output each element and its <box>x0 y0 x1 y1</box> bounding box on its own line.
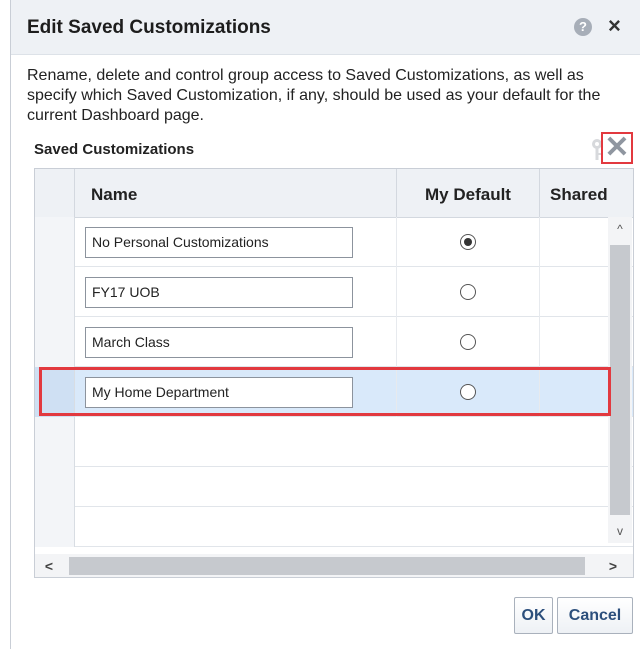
dialog-title: Edit Saved Customizations <box>27 17 271 38</box>
table-row-empty <box>35 497 633 547</box>
cancel-button[interactable]: Cancel <box>557 597 633 634</box>
delete-button[interactable]: ✕ <box>601 132 633 164</box>
table-row[interactable]: FY17 UOB <box>35 267 633 317</box>
row-selector[interactable] <box>35 217 75 267</box>
table-body: No Personal Customizations FY17 UOB Marc <box>35 217 633 547</box>
row-selector[interactable] <box>35 367 75 417</box>
horizontal-scrollbar[interactable]: < > <box>35 554 633 577</box>
dialog-description: Rename, delete and control group access … <box>27 67 601 124</box>
customizations-table: Name My Default Shared No Personal Custo… <box>34 168 634 578</box>
scroll-right-icon[interactable]: > <box>601 554 625 577</box>
default-radio[interactable] <box>460 234 476 250</box>
header-select-column <box>35 169 75 217</box>
row-selector[interactable] <box>35 267 75 317</box>
close-icon[interactable]: × <box>608 13 621 39</box>
default-radio[interactable] <box>460 284 476 300</box>
table-header: Name My Default Shared <box>35 169 633 218</box>
name-cell: FY17 UOB <box>75 267 397 317</box>
scroll-left-icon[interactable]: < <box>37 554 61 577</box>
default-cell <box>397 267 540 317</box>
row-selector <box>35 497 75 547</box>
header-shared: Shared <box>550 185 608 204</box>
default-cell <box>397 317 540 367</box>
scroll-down-icon[interactable]: v <box>608 519 632 543</box>
customization-name-input[interactable]: No Personal Customizations <box>85 227 353 258</box>
header-name: Name <box>75 169 397 217</box>
help-icon[interactable]: ? <box>574 18 592 36</box>
customization-name-input[interactable]: FY17 UOB <box>85 277 353 308</box>
edit-saved-customizations-dialog: Edit Saved Customizations ? × Rename, de… <box>10 0 640 649</box>
scroll-up-icon[interactable]: ^ <box>608 217 632 241</box>
name-cell: No Personal Customizations <box>75 217 397 267</box>
customization-name-input[interactable]: March Class <box>85 327 353 358</box>
default-radio[interactable] <box>460 334 476 350</box>
default-cell <box>397 367 540 417</box>
horizontal-scroll-thumb[interactable] <box>69 557 585 575</box>
saved-customizations-label: Saved Customizations <box>34 141 195 158</box>
default-radio[interactable] <box>460 384 476 400</box>
vertical-scrollbar[interactable]: ^ v <box>608 217 632 543</box>
table-row[interactable]: March Class <box>35 317 633 367</box>
header-my-default: My Default <box>397 169 540 217</box>
ok-button[interactable]: OK <box>514 597 553 634</box>
default-cell <box>397 217 540 267</box>
vertical-scroll-thumb[interactable] <box>610 245 630 515</box>
customization-name-input[interactable]: My Home Department <box>85 377 353 408</box>
name-cell: March Class <box>75 317 397 367</box>
row-selector[interactable] <box>35 317 75 367</box>
dialog-titlebar: Edit Saved Customizations ? × <box>11 0 640 55</box>
name-cell: My Home Department <box>75 367 397 417</box>
table-row-selected[interactable]: My Home Department <box>35 367 633 417</box>
delete-icon: ✕ <box>604 131 630 164</box>
table-row[interactable]: No Personal Customizations <box>35 217 633 267</box>
